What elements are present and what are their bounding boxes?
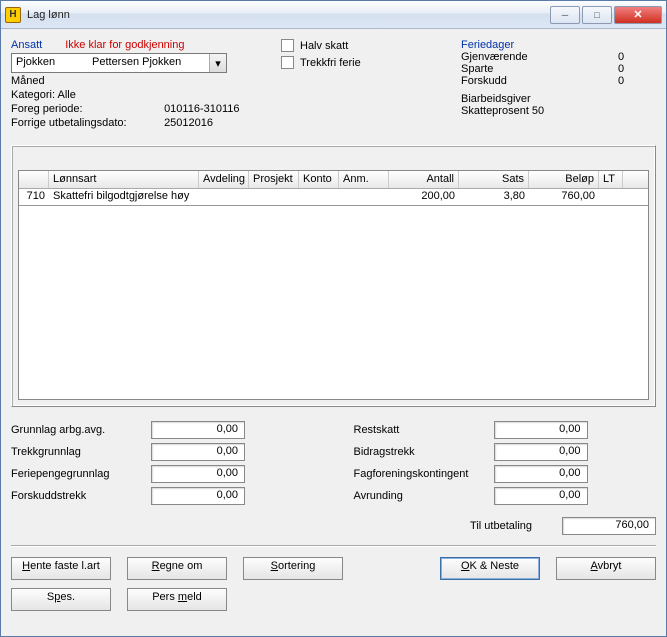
forskuddstrekk-value: 0,00 bbox=[151, 487, 245, 505]
maned-label: Måned bbox=[11, 75, 281, 87]
table-row[interactable]: 710 Skattefri bilgodtgjørelse høy 200,00… bbox=[19, 189, 648, 205]
cell-anm bbox=[339, 189, 389, 205]
til-utbetaling-label: Til utbetaling bbox=[470, 520, 532, 532]
cell-konto bbox=[299, 189, 339, 205]
grunnlag-arbg-label: Grunnlag arbg.avg. bbox=[11, 424, 151, 436]
cell-antall: 200,00 bbox=[389, 189, 459, 205]
cell-belop: 760,00 bbox=[529, 189, 599, 205]
close-button[interactable]: ✕ bbox=[614, 6, 662, 24]
bidragstrekk-value: 0,00 bbox=[494, 443, 588, 461]
avrunding-value: 0,00 bbox=[494, 487, 588, 505]
hente-faste-button[interactable]: Hente faste l.art bbox=[11, 557, 111, 580]
cell-art: Skattefri bilgodtgjørelse høy bbox=[49, 189, 199, 205]
maximize-button[interactable]: □ bbox=[582, 6, 612, 24]
app-icon: H bbox=[5, 7, 21, 23]
window-title: Lag lønn bbox=[27, 9, 548, 21]
dropdown-col1: Pjokken bbox=[16, 56, 92, 68]
pers-meld-button[interactable]: Pers meld bbox=[127, 588, 227, 611]
grid-frame: Lønnsart Avdeling Prosjekt Konto Anm. An… bbox=[11, 145, 656, 407]
bidragstrekk-label: Bidragstrekk bbox=[354, 446, 494, 458]
col-konto[interactable]: Konto bbox=[299, 171, 339, 188]
avbryt-button[interactable]: Avbryt bbox=[556, 557, 656, 580]
sparte-value: 0 bbox=[574, 63, 624, 75]
chevron-down-icon[interactable]: ▾ bbox=[209, 54, 226, 72]
minimize-button[interactable]: ─ bbox=[550, 6, 580, 24]
restskatt-value: 0,00 bbox=[494, 421, 588, 439]
feriepengegrunnlag-value: 0,00 bbox=[151, 465, 245, 483]
fagforening-value: 0,00 bbox=[494, 465, 588, 483]
trekkgrunnlag-value: 0,00 bbox=[151, 443, 245, 461]
spes-button[interactable]: Spes. bbox=[11, 588, 111, 611]
col-belop[interactable]: Beløp bbox=[529, 171, 599, 188]
trekkgrunnlag-label: Trekkgrunnlag bbox=[11, 446, 151, 458]
col-sats[interactable]: Sats bbox=[459, 171, 529, 188]
ok-neste-button[interactable]: OK & Neste bbox=[440, 557, 540, 580]
window: H Lag lønn ─ □ ✕ Ansatt Ikke klar for go… bbox=[0, 0, 667, 637]
foreg-periode-value: 010116-310116 bbox=[164, 103, 239, 115]
sparte-label: Sparte bbox=[461, 63, 571, 75]
halv-skatt-label: Halv skatt bbox=[300, 40, 348, 52]
cell-avd bbox=[199, 189, 249, 205]
content-area: Ansatt Ikke klar for godkjenning Pjokken… bbox=[1, 29, 666, 617]
skatteprosent-label: Skatteprosent 50 bbox=[461, 105, 656, 117]
trekkfri-ferie-checkbox[interactable] bbox=[281, 56, 294, 69]
fagforening-label: Fagforeningskontingent bbox=[354, 468, 494, 480]
forrige-utbet-value: 25012016 bbox=[164, 117, 213, 129]
cell-sats: 3,80 bbox=[459, 189, 529, 205]
dropdown-col2: Pettersen Pjokken bbox=[92, 56, 222, 68]
feriedager-label: Feriedager bbox=[461, 39, 656, 51]
foreg-periode-label: Foreg periode: bbox=[11, 103, 161, 115]
col-avdeling[interactable]: Avdeling bbox=[199, 171, 249, 188]
ansatt-label: Ansatt bbox=[11, 39, 42, 51]
employee-dropdown[interactable]: Pjokken Pettersen Pjokken ▾ bbox=[11, 53, 227, 73]
divider bbox=[11, 545, 656, 547]
feriepengegrunnlag-label: Feriepengegrunnlag bbox=[11, 468, 151, 480]
biarbeidsgiver-label: Biarbeidsgiver bbox=[461, 93, 656, 105]
cell-pro bbox=[249, 189, 299, 205]
grid-body-empty[interactable] bbox=[19, 205, 648, 399]
grid-header: Lønnsart Avdeling Prosjekt Konto Anm. An… bbox=[19, 171, 648, 189]
grid[interactable]: Lønnsart Avdeling Prosjekt Konto Anm. An… bbox=[18, 170, 649, 400]
regne-om-button[interactable]: Regne om bbox=[127, 557, 227, 580]
col-lonnsart[interactable]: Lønnsart bbox=[49, 171, 199, 188]
gjenvaerende-value: 0 bbox=[574, 51, 624, 63]
avrunding-label: Avrunding bbox=[354, 490, 494, 502]
col-code[interactable] bbox=[19, 171, 49, 188]
sortering-button[interactable]: Sortering bbox=[243, 557, 343, 580]
cell-lt bbox=[599, 189, 623, 205]
titlebar: H Lag lønn ─ □ ✕ bbox=[1, 1, 666, 29]
col-prosjekt[interactable]: Prosjekt bbox=[249, 171, 299, 188]
forskudd-label: Forskudd bbox=[461, 75, 571, 87]
col-lt[interactable]: LT bbox=[599, 171, 623, 188]
col-anm[interactable]: Anm. bbox=[339, 171, 389, 188]
cell-code: 710 bbox=[19, 189, 49, 205]
kategori-label: Kategori: Alle bbox=[11, 89, 281, 101]
gjenvaerende-label: Gjenværende bbox=[461, 51, 571, 63]
warning-label: Ikke klar for godkjenning bbox=[65, 39, 184, 51]
halv-skatt-checkbox[interactable] bbox=[281, 39, 294, 52]
col-antall[interactable]: Antall bbox=[389, 171, 459, 188]
trekkfri-ferie-label: Trekkfri ferie bbox=[300, 57, 361, 69]
grunnlag-arbg-value: 0,00 bbox=[151, 421, 245, 439]
forrige-utbet-label: Forrige utbetalingsdato: bbox=[11, 117, 161, 129]
til-utbetaling-value: 760,00 bbox=[562, 517, 656, 535]
forskuddstrekk-label: Forskuddstrekk bbox=[11, 490, 151, 502]
totals-area: Grunnlag arbg.avg. 0,00 Trekkgrunnlag 0,… bbox=[11, 421, 656, 509]
forskudd-value: 0 bbox=[574, 75, 624, 87]
restskatt-label: Restskatt bbox=[354, 424, 494, 436]
